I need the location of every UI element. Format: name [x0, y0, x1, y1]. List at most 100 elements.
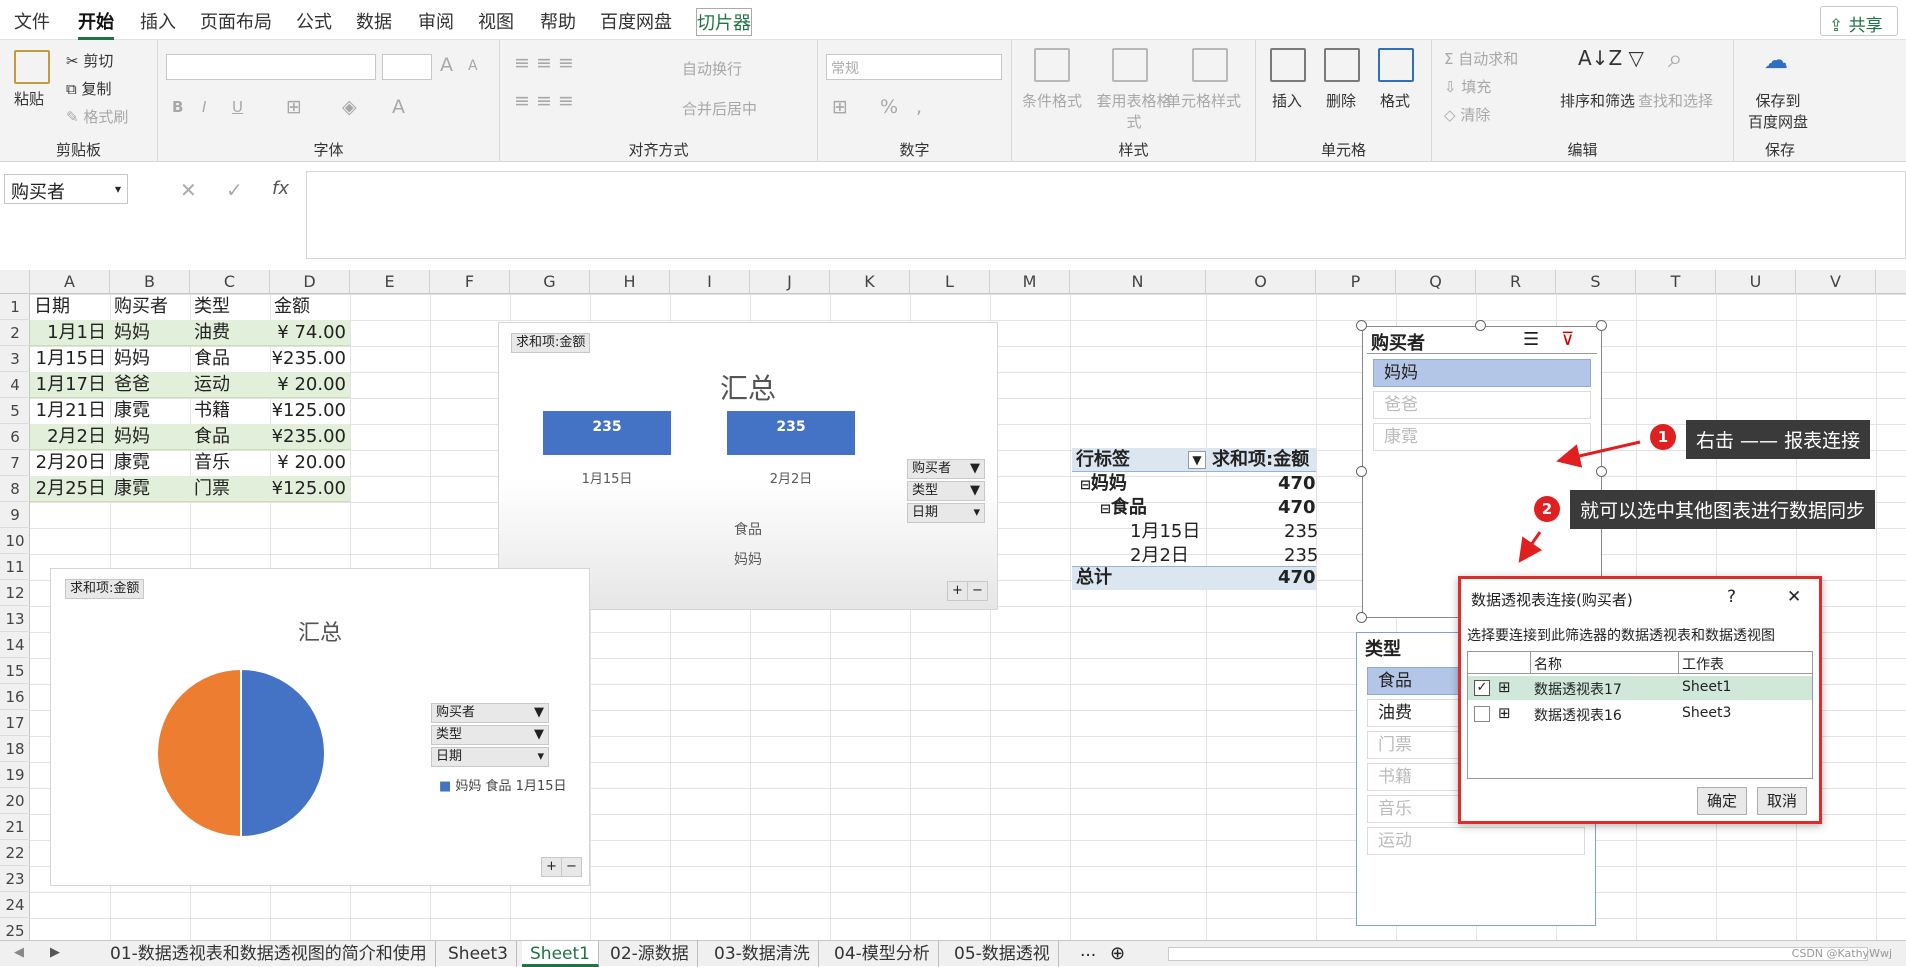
column-header-p[interactable]: P — [1316, 270, 1396, 294]
cell-styles-button[interactable]: 单元格样式 — [1166, 90, 1241, 111]
table-cell[interactable]: ¥ 74.00 — [270, 320, 350, 346]
column-header-t[interactable]: T — [1636, 270, 1716, 294]
clear-button[interactable]: ◇ 清除 — [1444, 104, 1490, 125]
row-header[interactable]: 2 — [0, 320, 30, 346]
row-header[interactable]: 5 — [0, 398, 30, 424]
column-header-name[interactable]: 名称 — [1534, 654, 1562, 674]
merge-center-button[interactable]: 合并后居中 — [682, 98, 757, 119]
cancel-button[interactable]: 取消 — [1757, 787, 1807, 815]
table-cell[interactable]: 2月2日 — [30, 424, 110, 450]
enter-icon[interactable]: ✓ — [226, 178, 243, 202]
table-cell[interactable]: 音乐 — [194, 450, 230, 476]
tab-home[interactable]: 开始 — [78, 8, 114, 40]
font-color-icon[interactable]: A — [392, 96, 405, 118]
column-header-l[interactable]: L — [910, 270, 990, 294]
chart-value-field-button[interactable]: 求和项:金额 — [65, 579, 145, 599]
sheet-tab[interactable]: 02-源数据 — [602, 941, 698, 967]
font-family-select[interactable] — [166, 54, 376, 80]
autosum-button[interactable]: Σ 自动求和 — [1444, 48, 1518, 69]
table-cell[interactable]: 2月25日 — [30, 476, 110, 502]
chart-filter-button[interactable]: 日期 ▾ — [431, 747, 549, 767]
table-cell[interactable]: 康霓 — [114, 450, 150, 476]
column-header-v[interactable]: V — [1796, 270, 1876, 294]
clear-filter-icon[interactable]: ⊽ — [1561, 329, 1574, 350]
table-cell[interactable]: ¥125.00 — [270, 398, 350, 424]
row-header[interactable]: 24 — [0, 892, 30, 918]
pivot-pie-chart[interactable]: 求和项:金额 汇总 购买者 ▼ 类型 ▼ 日期 ▾ ■ 妈妈 食品 1月15日 + − — [50, 568, 590, 886]
table-cell[interactable]: 1月21日 — [30, 398, 110, 424]
underline-button[interactable]: U — [232, 98, 243, 116]
tab-help[interactable]: 帮助 — [540, 8, 576, 34]
row-header[interactable]: 23 — [0, 866, 30, 892]
table-cell[interactable]: 油费 — [190, 320, 270, 346]
collapse-icon[interactable]: ⊟ — [1100, 502, 1111, 517]
cut-button[interactable]: ✂ 剪切 — [66, 50, 113, 71]
column-header-o[interactable]: O — [1206, 270, 1316, 294]
row-header[interactable]: 8 — [0, 476, 30, 502]
row-header[interactable]: 9 — [0, 502, 30, 528]
font-size-select[interactable] — [382, 54, 432, 80]
table-cell[interactable]: 书籍 — [194, 398, 230, 424]
table-cell[interactable]: 食品 — [194, 346, 230, 372]
slicer-item[interactable]: 爸爸 — [1373, 391, 1591, 419]
close-button[interactable]: ✕ — [1787, 587, 1801, 607]
table-header[interactable]: 金额 — [274, 294, 310, 320]
more-sheets-button[interactable]: ... — [1080, 941, 1096, 961]
tab-data[interactable]: 数据 — [356, 8, 392, 34]
column-header-h[interactable]: H — [590, 270, 670, 294]
horizontal-scrollbar[interactable] — [1168, 947, 1868, 961]
table-cell[interactable]: ¥125.00 — [270, 476, 350, 502]
checkbox-checked[interactable]: ✓ — [1474, 680, 1490, 696]
filter-icon[interactable]: ▼ — [1188, 451, 1206, 469]
pivot-row[interactable]: 2月2日 — [1130, 544, 1189, 567]
row-header[interactable]: 7 — [0, 450, 30, 476]
row-header[interactable]: 11 — [0, 554, 30, 580]
row-header[interactable]: 16 — [0, 684, 30, 710]
column-header-s[interactable]: S — [1556, 270, 1636, 294]
table-cell[interactable]: 2月20日 — [30, 450, 110, 476]
chart-filter-button[interactable]: 日期 ▾ — [907, 503, 985, 523]
formula-input[interactable] — [306, 171, 1906, 259]
column-header-m[interactable]: M — [990, 270, 1070, 294]
tab-insert[interactable]: 插入 — [140, 8, 176, 34]
column-header-sheet[interactable]: 工作表 — [1682, 654, 1724, 674]
scroll-left-icon[interactable]: ◀ — [14, 945, 24, 960]
conditional-format-button[interactable]: 条件格式 — [1022, 90, 1082, 111]
table-cell[interactable]: 妈妈 — [110, 424, 190, 450]
align-left-icon[interactable]: ≡ ≡ ≡ — [514, 90, 574, 112]
column-header-f[interactable]: F — [430, 270, 510, 294]
table-cell[interactable]: ¥ 20.00 — [270, 372, 350, 398]
copy-button[interactable]: ⧉ 复制 — [66, 78, 112, 99]
pie-slice[interactable] — [156, 667, 242, 839]
table-header[interactable]: 购买者 — [114, 294, 168, 320]
resize-handle[interactable] — [1356, 466, 1367, 477]
pivot-total-label[interactable]: 总计 — [1076, 566, 1112, 589]
tab-formulas[interactable]: 公式 — [296, 8, 332, 34]
percent-button[interactable]: % — [880, 96, 898, 118]
paste-button[interactable]: 粘贴 — [14, 88, 44, 109]
row-header[interactable]: 22 — [0, 840, 30, 866]
column-header-d[interactable]: D — [270, 270, 350, 294]
row-header[interactable]: 1 — [0, 294, 30, 320]
multi-select-icon[interactable]: ☰ — [1523, 329, 1539, 350]
row-header[interactable]: 17 — [0, 710, 30, 736]
help-button[interactable]: ? — [1727, 587, 1736, 607]
table-cell[interactable]: 康霓 — [110, 476, 190, 502]
sheet-tab[interactable]: 05-数据透视 — [946, 941, 1059, 967]
ok-button[interactable]: 确定 — [1697, 787, 1747, 815]
table-cell[interactable]: 1月15日 — [30, 346, 110, 372]
table-cell[interactable]: 妈妈 — [114, 346, 150, 372]
row-header[interactable]: 12 — [0, 580, 30, 606]
row-header[interactable]: 4 — [0, 372, 30, 398]
scroll-right-icon[interactable]: ▶ — [50, 945, 60, 960]
collapse-icon[interactable]: − — [967, 581, 988, 601]
row-header[interactable]: 15 — [0, 658, 30, 684]
sheet-tab[interactable]: Sheet3 — [440, 941, 517, 967]
tab-slicer[interactable]: 切片器 — [696, 8, 752, 36]
fill-color-icon[interactable]: ◈ — [342, 96, 357, 118]
italic-button[interactable]: I — [202, 98, 206, 116]
resize-handle[interactable] — [1356, 320, 1367, 331]
table-cell[interactable]: 妈妈 — [110, 320, 190, 346]
tab-baidu[interactable]: 百度网盘 — [600, 8, 672, 34]
table-header[interactable]: 日期 — [34, 294, 70, 320]
